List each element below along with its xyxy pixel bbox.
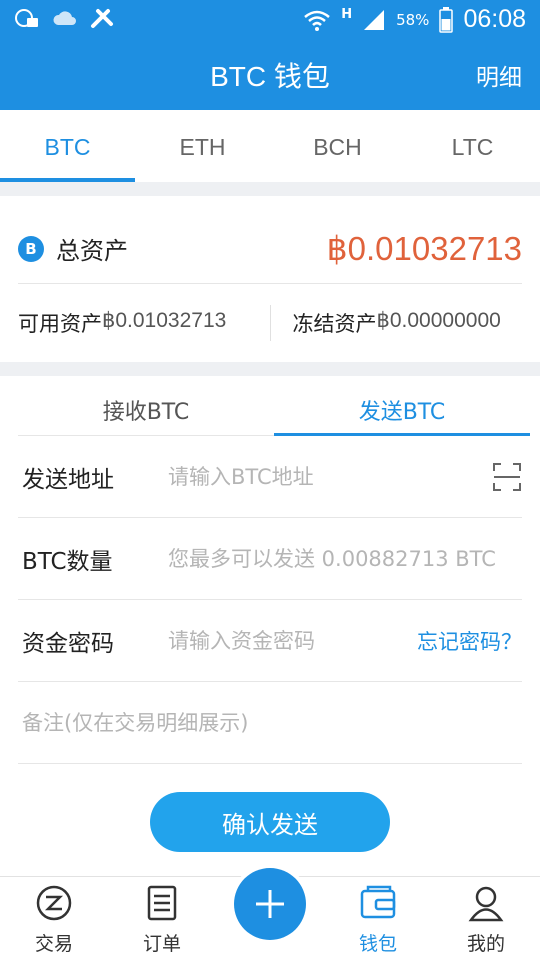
asset-breakdown-row: 可用资产 ฿0.01032713 冻结资产 ฿0.00000000 (18, 300, 522, 346)
amount-label: BTC数量 (22, 548, 113, 575)
confirm-send-button[interactable]: 确认发送 (150, 792, 390, 852)
plus-icon (256, 890, 284, 918)
nav-wallet-label: 钱包 (358, 933, 397, 955)
tab-ltc[interactable]: LTC (405, 110, 540, 182)
send-receive-tabs: 接收BTC 发送BTC (18, 376, 530, 436)
tab-send-btc[interactable]: 发送BTC (274, 376, 530, 436)
address-row: 发送地址 (18, 436, 522, 518)
frozen-assets-label: 冻结资产 (292, 312, 377, 336)
total-assets-row: B 总资产 ฿0.01032713 (18, 214, 522, 284)
notification-icon (15, 9, 38, 27)
wifi-icon (304, 10, 331, 31)
total-assets-label: 总资产 (56, 237, 128, 265)
orders-icon (147, 885, 177, 921)
asset-summary-card: B 总资产 ฿0.01032713 可用资产 ฿0.01032713 冻结资产 … (0, 196, 540, 362)
frozen-assets-value: ฿0.00000000 (376, 309, 501, 332)
cloud-icon (53, 11, 76, 25)
status-right-icons: H 58% 06:08 (303, 5, 526, 34)
tools-icon (91, 9, 113, 28)
nav-trade-label: 交易 (34, 933, 73, 955)
add-button[interactable] (234, 868, 306, 940)
note-row (18, 682, 522, 764)
nav-profile[interactable]: 我的 (436, 883, 536, 956)
status-left-icons (14, 6, 116, 30)
battery-icon (439, 6, 454, 33)
available-assets: 可用资产 ฿0.01032713 (18, 308, 248, 338)
amount-row: BTC数量 (18, 518, 522, 600)
scan-qr-icon[interactable] (492, 461, 522, 493)
status-bar: H 58% 06:08 (0, 0, 540, 40)
password-label: 资金密码 (22, 630, 114, 657)
tab-eth[interactable]: ETH (135, 110, 270, 182)
nav-trade[interactable]: 交易 (4, 883, 104, 956)
page-title: BTC 钱包 (210, 61, 330, 92)
network-type: H (341, 7, 353, 22)
trade-icon (36, 885, 72, 921)
nav-wallet[interactable]: 钱包 (328, 883, 428, 956)
nav-orders-label: 订单 (142, 933, 181, 955)
nav-profile-label: 我的 (466, 933, 505, 955)
tab-receive-btc[interactable]: 接收BTC (18, 376, 274, 435)
tab-btc[interactable]: BTC (0, 110, 135, 182)
address-label: 发送地址 (22, 466, 114, 493)
wallet-icon (360, 885, 396, 919)
amount-input[interactable] (168, 546, 522, 571)
send-card: 接收BTC 发送BTC 发送地址 BTC数量 资金密码 忘记密码？ 确认发送 (0, 376, 540, 876)
available-assets-value: ฿0.01032713 (102, 309, 227, 332)
total-assets-value: ฿0.01032713 (326, 230, 522, 267)
password-row: 资金密码 忘记密码？ (18, 600, 522, 682)
divider (269, 305, 271, 341)
frozen-assets: 冻结资产 ฿0.00000000 (293, 308, 523, 338)
coin-tabs: BTC ETH BCH LTC (0, 110, 540, 182)
profile-icon (468, 886, 504, 922)
available-assets-label: 可用资产 (18, 312, 102, 336)
note-input[interactable] (18, 710, 522, 735)
details-link[interactable]: 明细 (476, 58, 522, 92)
money-bag-icon: B (18, 235, 44, 262)
tab-bch[interactable]: BCH (270, 110, 405, 182)
clock: 06:08 (463, 5, 526, 33)
top-bar: H 58% 06:08 BTC 钱包 明细 (0, 0, 540, 110)
password-input[interactable] (168, 628, 409, 653)
forgot-password-link[interactable]: 忘记密码？ (417, 626, 522, 656)
battery-percent: 58% (396, 10, 430, 29)
address-input[interactable] (168, 464, 484, 489)
signal-icon (364, 9, 385, 30)
nav-orders[interactable]: 订单 (112, 883, 212, 956)
